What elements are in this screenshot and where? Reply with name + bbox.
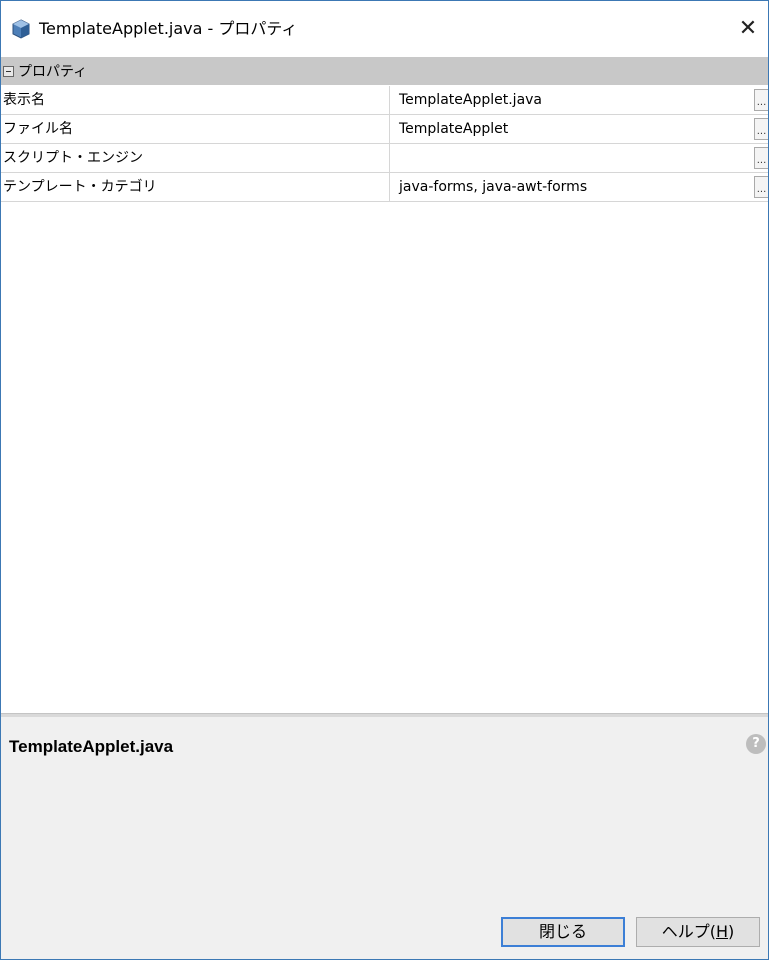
ellipsis-button[interactable]: ... [754, 89, 768, 111]
property-row-template-category[interactable]: テンプレート・カテゴリ java-forms, java-awt-forms .… [1, 173, 768, 202]
description-title: TemplateApplet.java [9, 737, 174, 756]
help-mnemonic: H [715, 922, 729, 941]
collapse-icon[interactable] [3, 65, 14, 77]
java-file-cube-icon [11, 19, 31, 39]
help-icon[interactable]: ? [746, 734, 766, 754]
help-label-prefix: ヘルプ( [661, 922, 716, 941]
property-name: ファイル名 [1, 115, 390, 143]
help-button[interactable]: ヘルプ(H) [636, 917, 760, 947]
title-bar[interactable]: TemplateApplet.java - プロパティ ✕ [1, 1, 768, 55]
property-name: テンプレート・カテゴリ [1, 173, 390, 201]
property-value[interactable]: java-forms, java-awt-forms [391, 173, 753, 201]
property-row-display-name[interactable]: 表示名 TemplateApplet.java ... [1, 86, 768, 115]
ellipsis-button[interactable]: ... [754, 147, 768, 169]
property-value[interactable]: TemplateApplet [391, 115, 753, 143]
ellipsis-button[interactable]: ... [754, 176, 768, 198]
category-header-properties[interactable]: プロパティ [1, 57, 768, 85]
property-row-file-name[interactable]: ファイル名 TemplateApplet ... [1, 115, 768, 144]
properties-dialog: TemplateApplet.java - プロパティ ✕ プロパティ 表示名 … [0, 0, 769, 960]
close-window-button[interactable]: ✕ [728, 11, 768, 45]
close-icon: ✕ [738, 15, 758, 41]
category-label: プロパティ [18, 64, 88, 80]
property-value[interactable]: TemplateApplet.java [391, 86, 753, 114]
property-value[interactable] [391, 144, 753, 172]
ellipsis-button[interactable]: ... [754, 118, 768, 140]
property-row-script-engine[interactable]: スクリプト・エンジン ... [1, 144, 768, 173]
close-button[interactable]: 閉じる [501, 917, 625, 947]
description-panel: TemplateApplet.java ? 閉じる ヘルプ(H) [1, 717, 768, 959]
property-name: 表示名 [1, 86, 390, 114]
window-title: TemplateApplet.java - プロパティ [39, 19, 298, 38]
help-label-suffix: ) [728, 922, 735, 941]
property-name: スクリプト・エンジン [1, 144, 390, 172]
property-sheet: プロパティ 表示名 TemplateApplet.java ... ファイル名 … [1, 57, 768, 713]
